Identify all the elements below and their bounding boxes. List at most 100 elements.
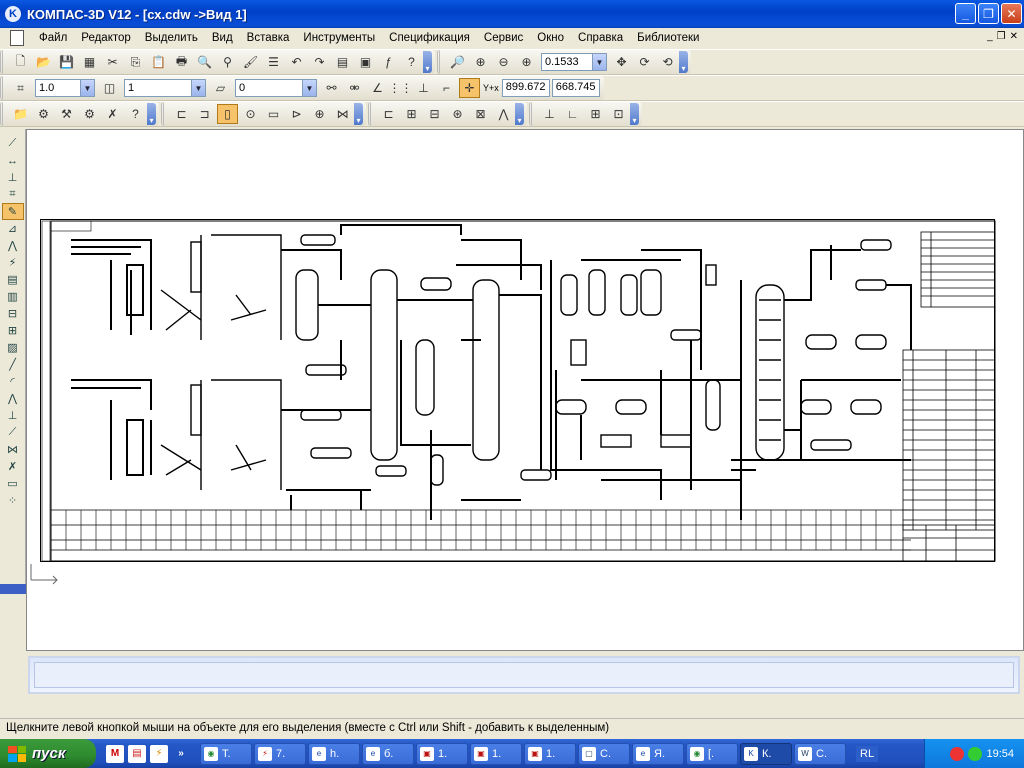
toolbar-overflow-icon[interactable]: ▾	[423, 51, 432, 73]
manager-icon[interactable]: ▤	[332, 52, 353, 72]
ortho-icon[interactable]: ⊥	[413, 78, 434, 98]
chevron-down-icon[interactable]: ▼	[80, 80, 94, 96]
menu-service[interactable]: Сервис	[477, 32, 530, 44]
maximize-button[interactable]: ❐	[978, 3, 999, 24]
view-icon[interactable]: ⊞	[2, 322, 24, 339]
taskbar-item[interactable]: ◉ [.	[686, 742, 738, 765]
library-cross-icon[interactable]: ✗	[102, 104, 123, 124]
spec-active-icon[interactable]: ▯	[217, 104, 238, 124]
taskbar-item[interactable]: e h.	[308, 742, 360, 765]
toolbar-overflow-icon[interactable]: ▾	[354, 103, 363, 125]
chevron-down-icon[interactable]: ▼	[302, 80, 316, 96]
scheme-valve-icon[interactable]: ⋀	[493, 104, 514, 124]
polyline-icon[interactable]: ⋀	[2, 390, 24, 407]
show-more-icon[interactable]: »	[172, 745, 190, 763]
toolbar-overflow-icon[interactable]: ▾	[515, 103, 524, 125]
dimension-icon[interactable]: ⊥	[539, 104, 560, 124]
kompas-app-icon[interactable]: K	[5, 6, 21, 22]
paste-icon[interactable]: 📋	[148, 52, 169, 72]
menu-specification[interactable]: Спецификация	[382, 32, 477, 44]
corner-icon[interactable]: ∟	[562, 104, 583, 124]
hatch-icon[interactable]: ▨	[2, 339, 24, 356]
scheme-pump-icon[interactable]: ⊛	[447, 104, 468, 124]
list-icon[interactable]: ☰	[263, 52, 284, 72]
magnet-icon[interactable]: ⚯	[321, 78, 342, 98]
print-preview-icon[interactable]: 🔍	[194, 52, 215, 72]
spec-flag-icon[interactable]: ⊳	[286, 104, 307, 124]
measure-icon[interactable]: ⊿	[2, 220, 24, 237]
taskbar-item[interactable]: ⚡ 7.	[254, 742, 306, 765]
dimensions-icon[interactable]: ↔	[2, 152, 24, 169]
orthogonal-mode-icon[interactable]: ⌐	[436, 78, 457, 98]
minimize-button[interactable]: _	[955, 3, 976, 24]
parametric-icon[interactable]: ✎	[1, 203, 24, 220]
chevron-down-icon[interactable]: ▼	[592, 54, 606, 70]
menu-select[interactable]: Выделить	[138, 32, 205, 44]
copy-properties-icon[interactable]: ⚲	[217, 52, 238, 72]
array-icon[interactable]: ⁘	[2, 492, 24, 509]
grid-icon[interactable]: ⋮⋮	[389, 78, 413, 98]
delete-icon[interactable]: ✗	[2, 458, 24, 475]
chevron-down-icon[interactable]: ▼	[191, 80, 205, 96]
scale-combo[interactable]: 1.0 ▼	[35, 79, 95, 97]
spec-valve-icon[interactable]: ⋈	[332, 104, 353, 124]
scheme-element-icon[interactable]: ⊏	[378, 104, 399, 124]
zoom-in-icon[interactable]: ⊕	[470, 52, 491, 72]
menu-view[interactable]: Вид	[205, 32, 240, 44]
taskbar-item[interactable]: W С.	[794, 742, 846, 765]
drawing-area[interactable]	[26, 129, 1024, 651]
drawing-sheet[interactable]	[40, 219, 996, 562]
menu-insert[interactable]: Вставка	[240, 32, 297, 44]
open-folder-icon[interactable]: 📂	[33, 52, 54, 72]
spec-object-icon[interactable]: ⊏	[171, 104, 192, 124]
taskbar-item[interactable]: ◉ Т.	[200, 742, 252, 765]
dimension-line-icon[interactable]: ⊥	[2, 407, 24, 424]
gmail-icon[interactable]: M	[106, 744, 124, 763]
mdi-minimize-button[interactable]: _	[987, 31, 993, 42]
select-icon[interactable]: ⋀	[2, 237, 24, 254]
edit-icon[interactable]: ⌗	[2, 186, 24, 203]
line-icon[interactable]: ╱	[2, 356, 24, 373]
zoom-combo[interactable]: 0.1533 ▼	[541, 53, 607, 71]
style-combo[interactable]: 0 ▼	[235, 79, 317, 97]
toolbar-overflow-icon[interactable]: ▾	[147, 103, 156, 125]
snap-local-icon[interactable]: ✛	[459, 78, 480, 98]
cut-icon[interactable]: ✂	[102, 52, 123, 72]
style-icon[interactable]: ▱	[210, 78, 231, 98]
brush-icon[interactable]: 🖌	[240, 52, 261, 72]
scheme-exchanger-icon[interactable]: ⊞	[401, 104, 422, 124]
menu-editor[interactable]: Редактор	[74, 32, 138, 44]
properties-icon[interactable]: ▦	[79, 52, 100, 72]
library-tool-icon[interactable]: ⚙	[33, 104, 54, 124]
language-indicator[interactable]: RL	[856, 745, 879, 762]
menu-tools[interactable]: Инструменты	[296, 32, 382, 44]
symbols-icon[interactable]: ⊥	[2, 169, 24, 186]
zoom-scale-icon[interactable]: ⊕	[516, 52, 537, 72]
help-pointer-icon[interactable]: ?	[401, 52, 422, 72]
mdi-restore-button[interactable]: ❐	[997, 31, 1006, 42]
coord-y-field[interactable]: 668.745	[551, 79, 600, 97]
print-icon[interactable]: 🖶	[171, 52, 192, 72]
library-folder-icon[interactable]: 📁	[10, 104, 31, 124]
table-icon[interactable]: ⊞	[585, 104, 606, 124]
zoom-out-icon[interactable]: ⊖	[493, 52, 514, 72]
media-icon[interactable]: ▤	[128, 744, 146, 763]
trim-icon[interactable]: ⟋	[2, 424, 24, 441]
start-button[interactable]: пуск	[0, 739, 96, 768]
copy-icon[interactable]: ⎘	[125, 52, 146, 72]
close-button[interactable]: ✕	[1001, 3, 1022, 24]
properties-panel[interactable]	[28, 656, 1020, 694]
taskbar-item[interactable]: ▢ С.	[578, 742, 630, 765]
spec-object2-icon[interactable]: ⊐	[194, 104, 215, 124]
snap-icon[interactable]: ⌗	[10, 78, 31, 98]
rectangle-icon[interactable]: ▭	[2, 475, 24, 492]
mdi-close-button[interactable]: ✕	[1010, 31, 1018, 42]
taskbar-item-kompas[interactable]: K К.	[740, 742, 792, 765]
document-icon[interactable]	[10, 30, 24, 46]
taskbar-item[interactable]: ▣ 1.	[470, 742, 522, 765]
reports-icon[interactable]: ▥	[2, 288, 24, 305]
spec-list-icon[interactable]: ▤	[2, 271, 24, 288]
library-fish-icon[interactable]: ⚒	[56, 104, 77, 124]
scheme-vessel-icon[interactable]: ⊠	[470, 104, 491, 124]
toolbar-overflow-icon[interactable]: ▾	[630, 103, 639, 125]
